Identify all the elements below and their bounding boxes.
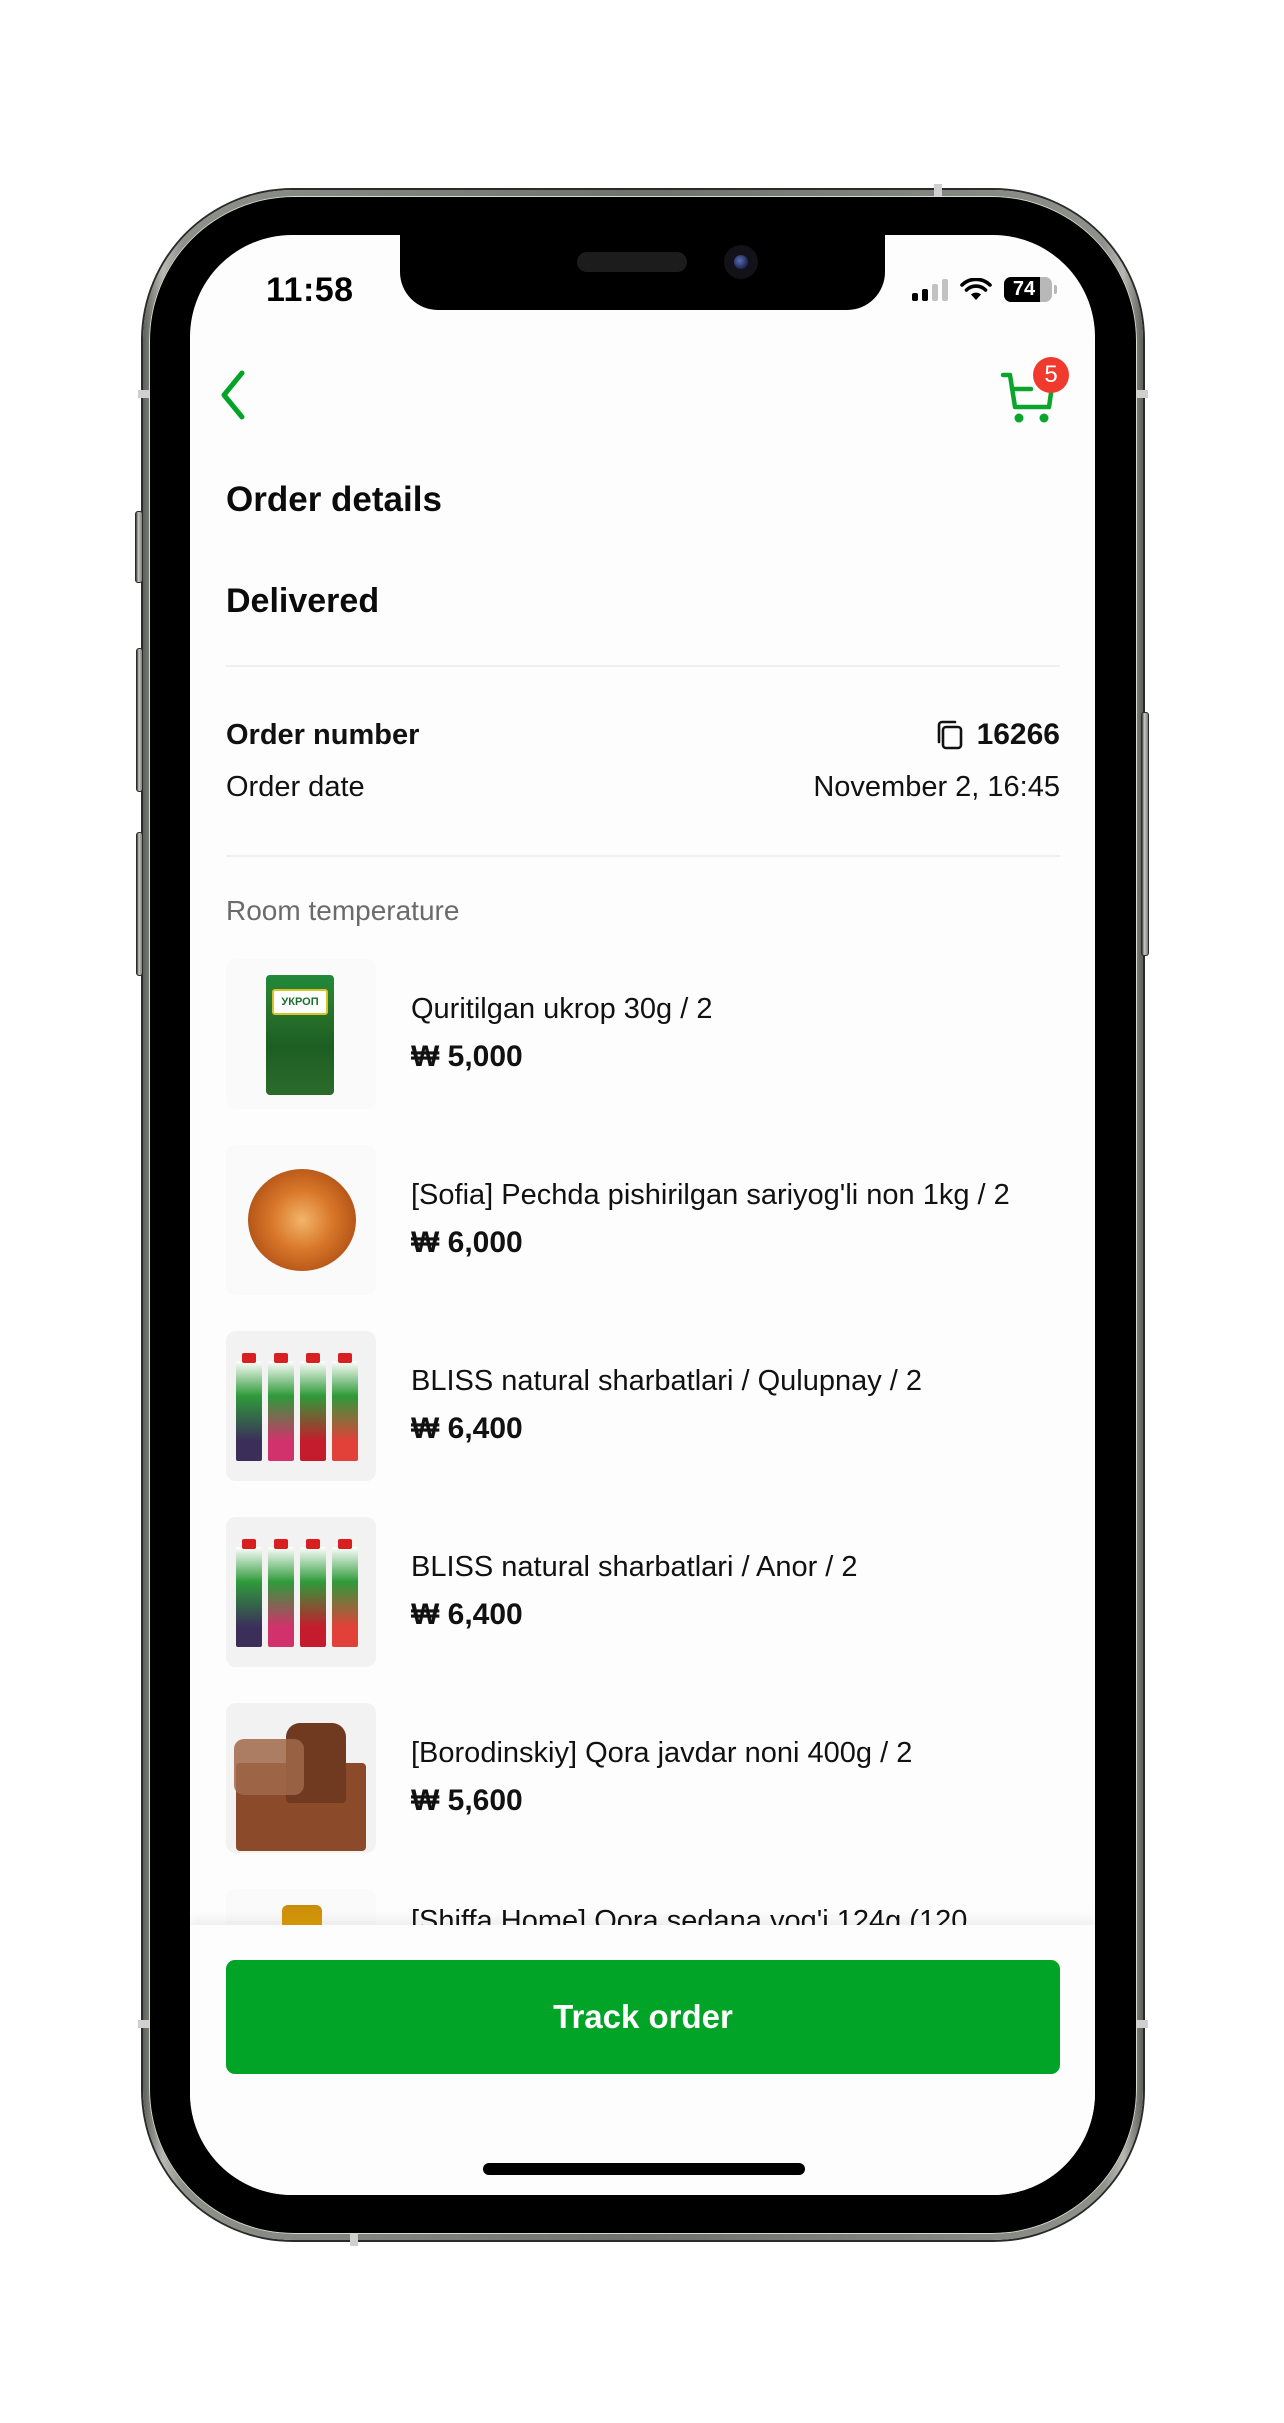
battery-level: 74 bbox=[1004, 277, 1052, 302]
order-number-row: Order number 16266 bbox=[226, 709, 1060, 761]
power-button bbox=[1141, 712, 1149, 956]
nav-bar: 5 bbox=[190, 355, 1095, 435]
divider bbox=[226, 855, 1060, 857]
item-name: [Borodinskiy] Qora javdar noni 400g / 2 bbox=[411, 1737, 913, 1769]
product-image-dill: УКРОП bbox=[226, 959, 376, 1109]
section-label: Room temperature bbox=[226, 895, 460, 926]
app-screen: 11:58 74 5 Order details Delivered Order… bbox=[190, 235, 1095, 2195]
order-item[interactable]: BLISS natural sharbatlari / Qulupnay / 2… bbox=[226, 1331, 1060, 1481]
track-order-button[interactable]: Track order bbox=[226, 1960, 1060, 2074]
order-item[interactable]: BLISS natural sharbatlari / Anor / 2 ₩ 6… bbox=[226, 1517, 1060, 1667]
volume-up-button bbox=[136, 648, 143, 792]
order-number-value: 16266 bbox=[976, 718, 1060, 751]
antenna-band bbox=[350, 2234, 358, 2246]
item-price: ₩ 5,600 bbox=[411, 1784, 523, 1817]
product-image-juice bbox=[226, 1517, 376, 1667]
battery-icon: 74 bbox=[1004, 277, 1057, 302]
home-indicator[interactable] bbox=[483, 2163, 805, 2175]
antenna-band bbox=[138, 2020, 149, 2028]
order-info: Order number 16266 Order date November 2… bbox=[226, 667, 1060, 855]
cart-button[interactable]: 5 bbox=[997, 357, 1069, 427]
order-item[interactable]: [Borodinskiy] Qora javdar noni 400g / 2 … bbox=[226, 1703, 1060, 1853]
product-image-rye-bread bbox=[226, 1703, 376, 1853]
item-name: Quritilgan ukrop 30g / 2 bbox=[411, 993, 713, 1025]
order-item[interactable]: [Sofia] Pechda pishirilgan sariyog'li no… bbox=[226, 1145, 1060, 1295]
product-image-bread bbox=[226, 1145, 376, 1295]
order-details-content: Order details Delivered Order number 162… bbox=[226, 465, 1060, 2075]
order-number-label: Order number bbox=[226, 718, 420, 751]
status-time: 11:58 bbox=[266, 271, 354, 309]
volume-down-button bbox=[136, 832, 143, 976]
copy-icon[interactable] bbox=[935, 719, 965, 751]
order-item[interactable]: УКРОП Quritilgan ukrop 30g / 2 ₩ 5,000 bbox=[226, 959, 1060, 1109]
order-status: Delivered bbox=[226, 582, 380, 620]
cart-badge: 5 bbox=[1033, 357, 1069, 393]
order-items-list: УКРОП Quritilgan ukrop 30g / 2 ₩ 5,000 [… bbox=[226, 959, 1060, 2039]
front-camera bbox=[724, 245, 758, 279]
back-button[interactable] bbox=[208, 367, 258, 423]
antenna-band bbox=[1137, 2020, 1148, 2028]
antenna-band bbox=[138, 390, 149, 398]
bottom-action-bar: Track order bbox=[190, 1925, 1095, 2195]
antenna-band bbox=[934, 184, 942, 196]
wifi-icon bbox=[960, 277, 992, 300]
item-name: BLISS natural sharbatlari / Anor / 2 bbox=[411, 1551, 858, 1583]
notch bbox=[400, 235, 885, 310]
battery-percent: 74 bbox=[1012, 278, 1036, 300]
signal-icon bbox=[912, 278, 948, 301]
order-number[interactable]: 16266 bbox=[935, 718, 1060, 752]
product-image-juice bbox=[226, 1331, 376, 1481]
page-title: Order details bbox=[226, 480, 442, 519]
item-name: [Sofia] Pechda pishirilgan sariyog'li no… bbox=[411, 1179, 1010, 1211]
order-date-row: Order date November 2, 16:45 bbox=[226, 761, 1060, 813]
chevron-left-icon bbox=[221, 370, 245, 420]
order-date-value: November 2, 16:45 bbox=[813, 770, 1060, 803]
item-price: ₩ 6,000 bbox=[411, 1226, 523, 1259]
antenna-band bbox=[1137, 390, 1148, 398]
action-button bbox=[135, 511, 143, 583]
item-price: ₩ 5,000 bbox=[411, 1040, 523, 1073]
order-date-label: Order date bbox=[226, 770, 365, 803]
status-icons: 74 bbox=[912, 277, 1057, 302]
earpiece-speaker bbox=[577, 252, 687, 272]
item-name: BLISS natural sharbatlari / Qulupnay / 2 bbox=[411, 1365, 923, 1397]
item-price: ₩ 6,400 bbox=[411, 1412, 523, 1445]
item-price: ₩ 6,400 bbox=[411, 1598, 523, 1631]
